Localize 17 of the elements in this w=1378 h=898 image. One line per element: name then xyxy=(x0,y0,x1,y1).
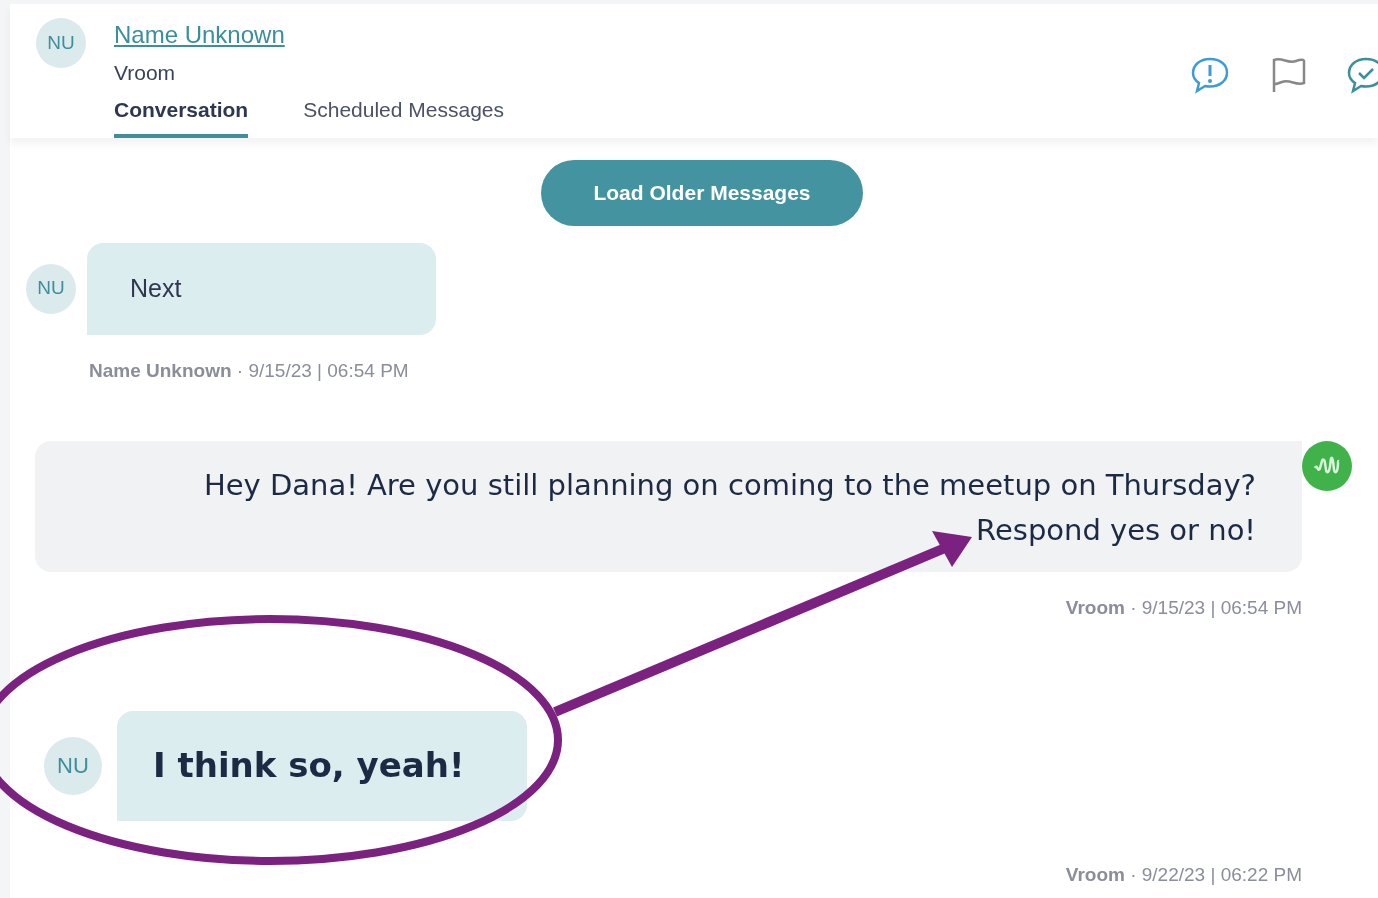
organization-label: Vroom xyxy=(114,60,177,86)
message-meta: Vroom · 9/15/23 | 06:54 PM xyxy=(1065,596,1302,620)
contact-name-link[interactable]: Name Unknown xyxy=(114,18,504,52)
load-older-messages-button[interactable]: Load Older Messages xyxy=(541,159,863,226)
check-chat-icon[interactable] xyxy=(1346,56,1378,94)
contact-avatar: NU xyxy=(36,18,86,68)
tab[interactable]: Conversation xyxy=(114,94,249,138)
contact-avatar: NU xyxy=(44,736,102,795)
message-bubble: I think so, yeah! xyxy=(117,710,527,821)
message-meta: Name Unknown · 9/15/23 | 06:54 PM xyxy=(89,358,410,383)
waveform-avatar-icon xyxy=(1302,441,1352,491)
message-bubble: Hey Dana! Are you still planning on coming to the meetup on Thursday? Respond yes or no! xyxy=(35,441,1302,572)
alert-chat-icon[interactable] xyxy=(1190,56,1230,94)
contact-avatar: NU xyxy=(26,263,76,314)
message-bubble: Next xyxy=(87,242,436,335)
message-meta: Vroom · 9/22/23 | 06:22 PM xyxy=(1065,862,1302,887)
tab[interactable]: Scheduled Messages xyxy=(303,94,504,138)
